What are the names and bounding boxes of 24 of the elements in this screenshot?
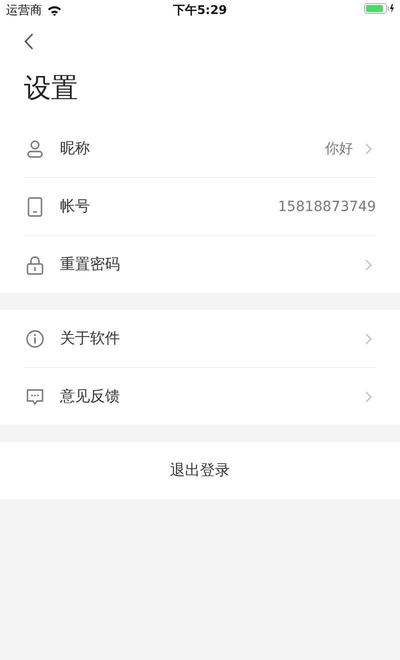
message-icon bbox=[26, 386, 44, 406]
phone-icon bbox=[26, 196, 44, 216]
person-icon bbox=[26, 138, 44, 158]
row-label: 昵称 bbox=[60, 139, 91, 158]
row-value: 你好 bbox=[325, 140, 353, 158]
row-label: 关于软件 bbox=[60, 329, 121, 348]
row-value: 15818873749 bbox=[278, 198, 376, 214]
row-label: 重置密码 bbox=[60, 255, 121, 274]
page-title: 设置 bbox=[0, 62, 400, 120]
row-label: 帐号 bbox=[60, 197, 91, 216]
status-time: 下午5:29 bbox=[173, 2, 227, 18]
row-label: 意见反馈 bbox=[60, 387, 121, 406]
back-button[interactable] bbox=[22, 30, 36, 52]
logout-button[interactable]: 退出登录 bbox=[0, 442, 400, 499]
settings-row[interactable]: 重置密码 bbox=[24, 235, 376, 293]
lock-icon bbox=[26, 254, 44, 274]
battery-icon bbox=[364, 3, 394, 14]
settings-row[interactable]: 意见反馈 bbox=[24, 367, 376, 425]
wifi-icon bbox=[47, 4, 62, 16]
info-icon bbox=[26, 328, 44, 348]
carrier-name: 运营商 bbox=[6, 2, 42, 18]
settings-row[interactable]: 关于软件 bbox=[24, 310, 376, 367]
settings-row[interactable]: 帐号 15818873749 bbox=[24, 177, 376, 235]
settings-row[interactable]: 昵称 你好 bbox=[24, 120, 376, 177]
